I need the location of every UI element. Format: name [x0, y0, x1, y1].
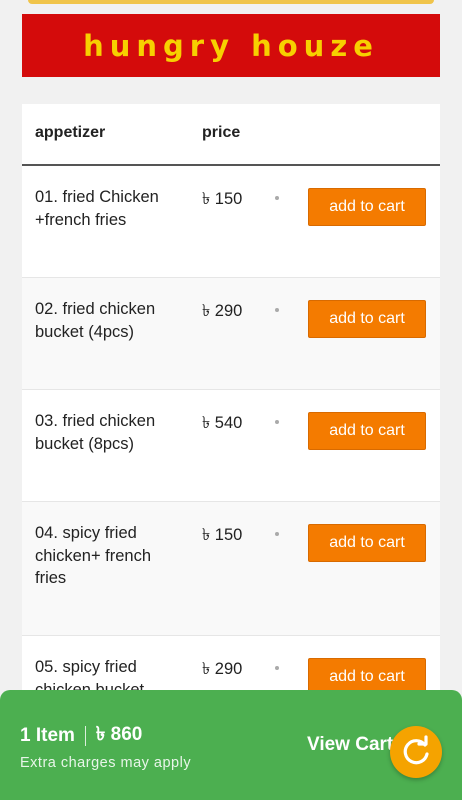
- restaurant-title: hungry houze: [83, 28, 379, 63]
- item-price: ৳ 540: [202, 414, 243, 432]
- add-to-cart-button[interactable]: add to cart: [308, 412, 426, 450]
- item-name: 02. fried chicken bucket (4pcs): [35, 300, 156, 341]
- table-row: 04. spicy fried chicken+ french fries ৳ …: [22, 502, 440, 636]
- column-header-appetizer: appetizer: [35, 124, 106, 141]
- item-price: ৳ 290: [202, 302, 243, 320]
- bullet-dot: [275, 308, 279, 312]
- table-row: 01. fried Chicken +french fries ৳ 150 ad…: [22, 166, 440, 278]
- bullet-dot: [275, 532, 279, 536]
- cart-item-count: 1 Item: [20, 725, 75, 746]
- table-row: 03. fried chicken bucket (8pcs) ৳ 540 ad…: [22, 390, 440, 502]
- cart-total: ৳ 860: [95, 724, 143, 745]
- refresh-icon[interactable]: [390, 726, 442, 778]
- restaurant-banner: hungry houze: [22, 14, 440, 77]
- item-price: ৳ 290: [202, 660, 243, 678]
- bullet-dot: [275, 196, 279, 200]
- extra-charges-note: Extra charges may apply: [20, 755, 192, 771]
- item-name: 04. spicy fried chicken+ french fries: [35, 524, 152, 587]
- add-to-cart-button[interactable]: add to cart: [308, 188, 426, 226]
- item-price: ৳ 150: [202, 526, 243, 544]
- table-row: 02. fried chicken bucket (4pcs) ৳ 290 ad…: [22, 278, 440, 390]
- cart-summary: 1 Item ৳ 860: [20, 720, 142, 752]
- item-price: ৳ 150: [202, 190, 243, 208]
- item-name: 03. fried chicken bucket (8pcs): [35, 412, 156, 453]
- menu-table: appetizer price 01. fried Chicken +frenc…: [22, 104, 440, 724]
- top-strip: [28, 0, 434, 4]
- summary-divider: [84, 726, 86, 746]
- table-header: appetizer price: [22, 104, 440, 166]
- item-name: 01. fried Chicken +french fries: [35, 188, 159, 229]
- add-to-cart-button[interactable]: add to cart: [308, 300, 426, 338]
- bullet-dot: [275, 420, 279, 424]
- column-header-price: price: [202, 124, 241, 141]
- bullet-dot: [275, 666, 279, 670]
- add-to-cart-button[interactable]: add to cart: [308, 524, 426, 562]
